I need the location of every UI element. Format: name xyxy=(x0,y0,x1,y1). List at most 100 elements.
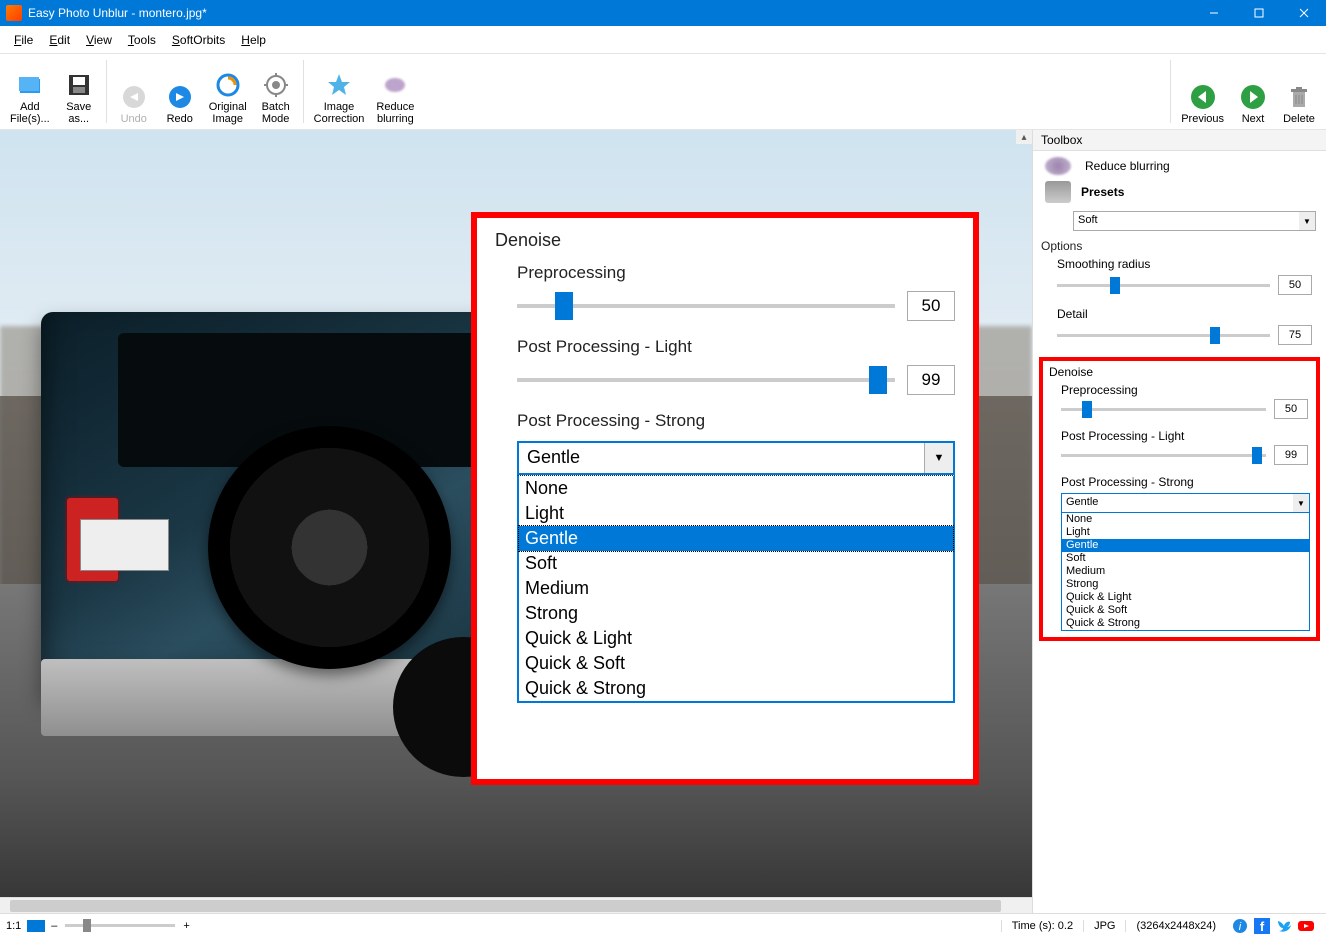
zoom-slider[interactable] xyxy=(65,924,175,927)
dropdown-option[interactable]: Gentle xyxy=(1062,539,1309,552)
app-icon xyxy=(6,5,22,21)
dropdown-option[interactable]: Medium xyxy=(1062,565,1309,578)
chevron-down-icon[interactable] xyxy=(1293,494,1309,512)
dropdown-option[interactable]: Soft xyxy=(519,551,953,576)
preprocessing-value[interactable]: 50 xyxy=(907,291,955,321)
save-icon xyxy=(65,71,93,99)
post-light-slider-mini[interactable] xyxy=(1061,454,1266,457)
post-strong-combo-mini[interactable]: Gentle xyxy=(1061,493,1310,513)
preprocessing-slider[interactable] xyxy=(517,304,895,308)
presets-select[interactable]: Soft xyxy=(1073,211,1316,231)
separator xyxy=(1170,60,1171,123)
dropdown-option[interactable]: Soft xyxy=(1062,552,1309,565)
dropdown-option[interactable]: Quick & Strong xyxy=(519,676,953,701)
next-icon xyxy=(1239,83,1267,111)
chevron-down-icon[interactable] xyxy=(1299,212,1315,230)
denoise-overlay: Denoise Preprocessing 50 Post Processing… xyxy=(471,212,979,785)
status-dimensions: (3264x2448x24) xyxy=(1125,920,1226,932)
presets-select-value: Soft xyxy=(1074,212,1299,230)
toolbox-header: Toolbox xyxy=(1033,130,1326,151)
preprocessing-value-mini[interactable]: 50 xyxy=(1274,399,1308,419)
separator xyxy=(106,60,107,123)
svg-text:f: f xyxy=(1260,919,1265,934)
menu-help[interactable]: Help xyxy=(233,29,274,51)
status-bar: 1:1 – + Time (s): 0.2 JPG (3264x2448x24)… xyxy=(0,913,1326,937)
window-title: Easy Photo Unblur - montero.jpg* xyxy=(28,6,1191,20)
chevron-down-icon[interactable] xyxy=(925,443,953,473)
post-strong-combo[interactable]: Gentle xyxy=(517,441,955,475)
post-light-value[interactable]: 99 xyxy=(907,365,955,395)
options-header: Options xyxy=(1033,237,1326,255)
menu-file[interactable]: File xyxy=(6,29,41,51)
zoom-ratio[interactable]: 1:1 xyxy=(6,920,21,932)
close-button[interactable] xyxy=(1281,0,1326,26)
scroll-up-button[interactable]: ▴ xyxy=(1016,130,1032,144)
info-icon[interactable]: i xyxy=(1232,918,1248,934)
dropdown-option[interactable]: Strong xyxy=(519,601,953,626)
reduce-blurring-icon xyxy=(1045,157,1071,175)
save-as-button[interactable]: Save as... xyxy=(56,56,102,127)
dropdown-option[interactable]: Quick & Strong xyxy=(1062,617,1309,630)
next-button[interactable]: Next xyxy=(1230,56,1276,127)
post-strong-dropdown[interactable]: NoneLightGentleSoftMediumStrongQuick & L… xyxy=(517,475,955,703)
delete-button[interactable]: Delete xyxy=(1276,56,1322,127)
dropdown-option[interactable]: None xyxy=(519,476,953,501)
maximize-button[interactable] xyxy=(1236,0,1281,26)
save-as-label: Save as... xyxy=(66,101,91,125)
dropdown-option[interactable]: Strong xyxy=(1062,578,1309,591)
horizontal-scrollbar[interactable] xyxy=(0,897,1032,913)
facebook-icon[interactable]: f xyxy=(1254,918,1270,934)
dropdown-option[interactable]: Light xyxy=(519,501,953,526)
dropdown-option[interactable]: Gentle xyxy=(519,526,953,551)
reduce-label: Reduce blurring xyxy=(376,101,414,125)
detail-slider[interactable] xyxy=(1057,334,1270,337)
fit-screen-icon[interactable] xyxy=(27,920,45,932)
post-light-label-mini: Post Processing - Light xyxy=(1049,429,1310,443)
reduce-blurring-icon xyxy=(381,71,409,99)
dropdown-option[interactable]: Quick & Soft xyxy=(519,651,953,676)
undo-button[interactable]: Undo xyxy=(111,56,157,127)
post-strong-dropdown-mini[interactable]: NoneLightGentleSoftMediumStrongQuick & L… xyxy=(1061,513,1310,631)
dropdown-option[interactable]: Light xyxy=(1062,526,1309,539)
preprocessing-slider-mini[interactable] xyxy=(1061,408,1266,411)
post-light-label: Post Processing - Light xyxy=(517,337,955,357)
redo-label: Redo xyxy=(167,113,193,125)
zoom-in-button[interactable]: + xyxy=(183,920,189,932)
batch-mode-button[interactable]: Batch Mode xyxy=(253,56,299,127)
correction-label: Image Correction xyxy=(314,101,365,125)
original-image-button[interactable]: Original Image xyxy=(203,56,253,127)
menu-view[interactable]: View xyxy=(78,29,120,51)
post-light-value-mini[interactable]: 99 xyxy=(1274,445,1308,465)
menu-edit[interactable]: Edit xyxy=(41,29,78,51)
image-canvas[interactable]: Denoise Preprocessing 50 Post Processing… xyxy=(0,130,1032,913)
minimize-button[interactable] xyxy=(1191,0,1236,26)
add-files-button[interactable]: Add File(s)... xyxy=(4,56,56,127)
mode-label: Reduce blurring xyxy=(1085,159,1170,173)
dropdown-option[interactable]: None xyxy=(1062,513,1309,526)
title-bar: Easy Photo Unblur - montero.jpg* xyxy=(0,0,1326,26)
dropdown-option[interactable]: Quick & Light xyxy=(1062,591,1309,604)
previous-button[interactable]: Previous xyxy=(1175,56,1230,127)
smoothing-value[interactable]: 50 xyxy=(1278,275,1312,295)
preprocessing-label: Preprocessing xyxy=(517,263,955,283)
toolbar: Add File(s)... Save as... Undo Redo Orig… xyxy=(0,54,1326,130)
next-label: Next xyxy=(1242,113,1265,125)
dropdown-option[interactable]: Quick & Light xyxy=(519,626,953,651)
detail-value[interactable]: 75 xyxy=(1278,325,1312,345)
zoom-out-button[interactable]: – xyxy=(51,920,57,932)
batch-label: Batch Mode xyxy=(262,101,290,125)
dropdown-option[interactable]: Quick & Soft xyxy=(1062,604,1309,617)
dropdown-option[interactable]: Medium xyxy=(519,576,953,601)
batch-icon xyxy=(262,71,290,99)
reduce-blurring-button[interactable]: Reduce blurring xyxy=(370,56,420,127)
presets-icon xyxy=(1045,181,1071,203)
image-correction-button[interactable]: Image Correction xyxy=(308,56,371,127)
post-light-slider[interactable] xyxy=(517,378,895,382)
menu-tools[interactable]: Tools xyxy=(120,29,164,51)
twitter-icon[interactable] xyxy=(1276,918,1292,934)
youtube-icon[interactable] xyxy=(1298,918,1314,934)
smoothing-slider[interactable] xyxy=(1057,284,1270,287)
redo-button[interactable]: Redo xyxy=(157,56,203,127)
original-image-icon xyxy=(214,71,242,99)
menu-softorbits[interactable]: SoftOrbits xyxy=(164,29,233,51)
